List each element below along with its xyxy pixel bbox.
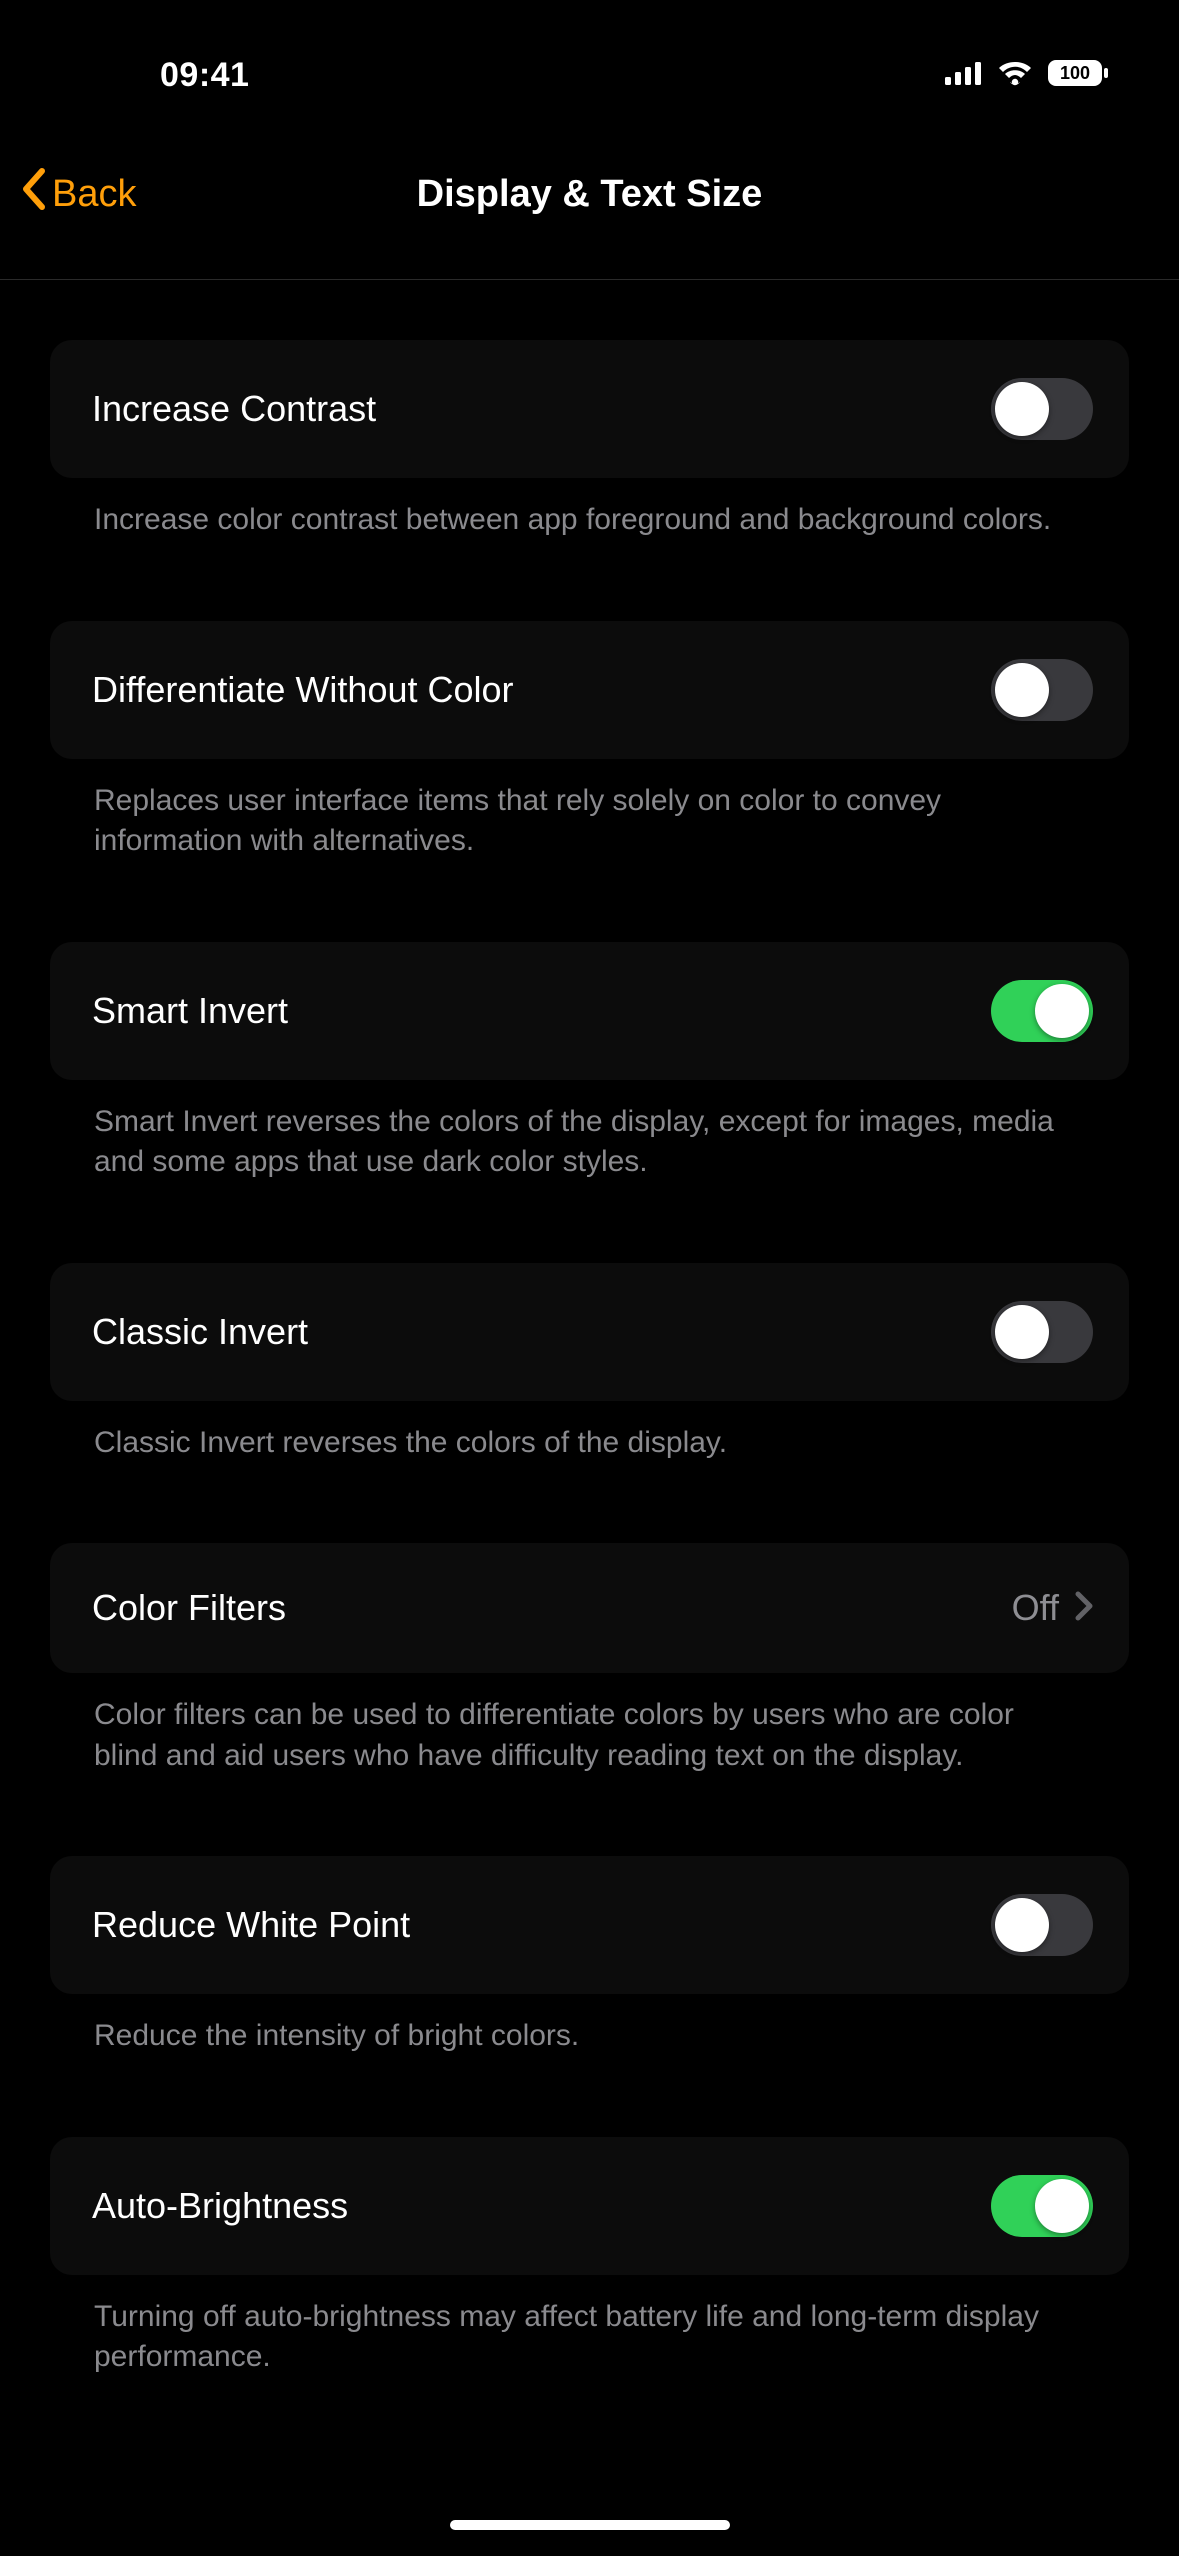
setting-label: Auto-Brightness (92, 2185, 348, 2227)
increase-contrast-toggle[interactable] (991, 378, 1093, 440)
setting-label: Smart Invert (92, 990, 288, 1032)
color-filters-value: Off (1012, 1587, 1059, 1629)
differentiate-without-color-toggle[interactable] (991, 659, 1093, 721)
settings-list: Increase Contrast Increase color contras… (0, 280, 1179, 2378)
wifi-icon (997, 60, 1033, 91)
auto-brightness-row[interactable]: Auto-Brightness (50, 2137, 1129, 2275)
svg-text:100: 100 (1060, 63, 1090, 83)
status-indicators: 100 (945, 59, 1109, 92)
setting-label: Color Filters (92, 1587, 286, 1629)
auto-brightness-toggle[interactable] (991, 2175, 1093, 2237)
setting-label: Differentiate Without Color (92, 669, 514, 711)
increase-contrast-row[interactable]: Increase Contrast (50, 340, 1129, 478)
classic-invert-row[interactable]: Classic Invert (50, 1263, 1129, 1401)
smart-invert-row[interactable]: Smart Invert (50, 942, 1129, 1080)
setting-description: Increase color contrast between app fore… (50, 478, 1129, 541)
smart-invert-toggle[interactable] (991, 980, 1093, 1042)
page-title: Display & Text Size (417, 173, 763, 216)
differentiate-without-color-row[interactable]: Differentiate Without Color (50, 621, 1129, 759)
chevron-left-icon (20, 167, 48, 223)
setting-description: Color filters can be used to differentia… (50, 1673, 1129, 1776)
home-indicator[interactable] (450, 2520, 730, 2530)
classic-invert-toggle[interactable] (991, 1301, 1093, 1363)
setting-label: Reduce White Point (92, 1904, 410, 1946)
nav-bar: Back Display & Text Size (0, 110, 1179, 280)
setting-description: Turning off auto-brightness may affect b… (50, 2275, 1129, 2378)
setting-label: Classic Invert (92, 1311, 308, 1353)
setting-description: Reduce the intensity of bright colors. (50, 1994, 1129, 2057)
setting-description: Replaces user interface items that rely … (50, 759, 1129, 862)
setting-label: Increase Contrast (92, 388, 376, 430)
reduce-white-point-row[interactable]: Reduce White Point (50, 1856, 1129, 1994)
color-filters-row[interactable]: Color Filters Off (50, 1543, 1129, 1673)
setting-description: Classic Invert reverses the colors of th… (50, 1401, 1129, 1464)
setting-description: Smart Invert reverses the colors of the … (50, 1080, 1129, 1183)
battery-icon: 100 (1047, 59, 1109, 92)
chevron-right-icon (1075, 1586, 1093, 1631)
cellular-icon (945, 61, 983, 90)
back-label: Back (52, 173, 136, 216)
back-button[interactable]: Back (20, 167, 136, 223)
status-bar: 09:41 100 (0, 0, 1179, 110)
status-time: 09:41 (160, 56, 249, 95)
reduce-white-point-toggle[interactable] (991, 1894, 1093, 1956)
